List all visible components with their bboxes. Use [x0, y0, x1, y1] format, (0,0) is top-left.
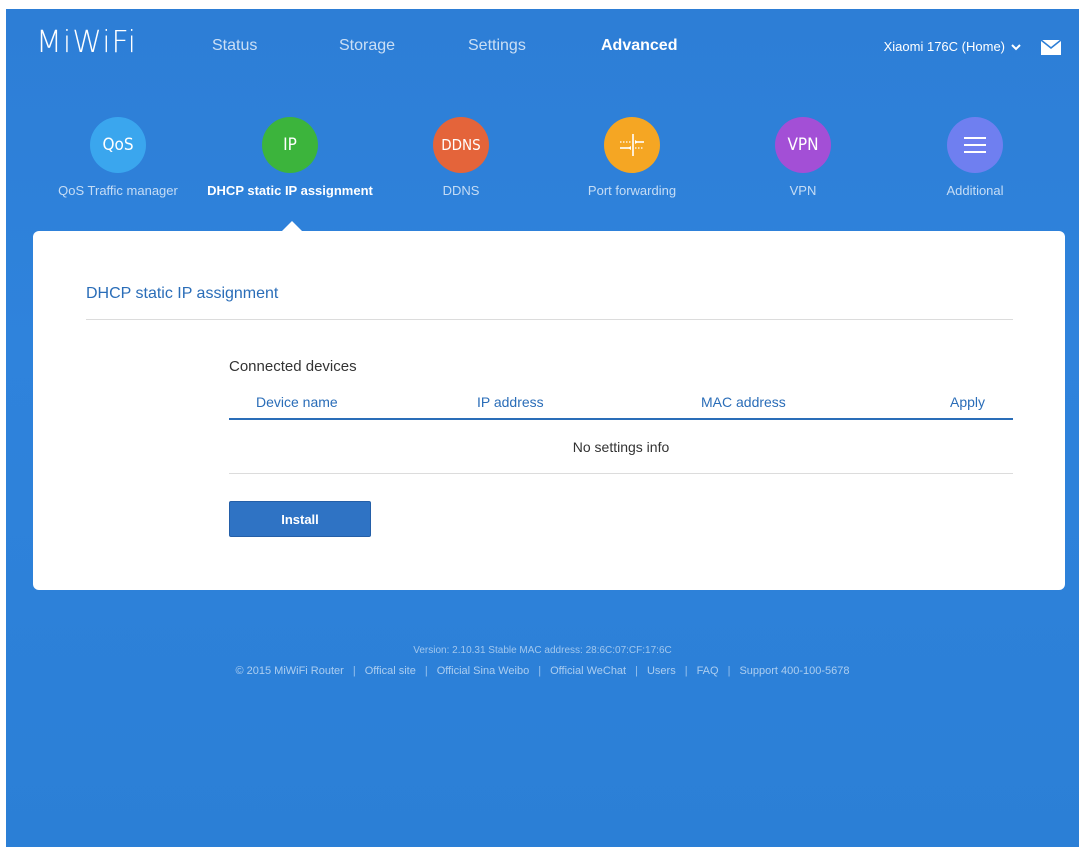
feature-ddns[interactable]: DDNS DDNS — [376, 117, 546, 198]
feature-dhcp-static-ip-label: DHCP static IP assignment — [207, 183, 373, 198]
app-window: MiWiFi Status Storage Settings Advanced … — [6, 9, 1079, 847]
page-title: DHCP static IP assignment — [86, 285, 279, 302]
feature-vpn[interactable]: VPN VPN — [718, 117, 888, 198]
ddns-icon: DDNS — [433, 117, 489, 173]
footer-copyright: © 2015 MiWiFi Router — [235, 665, 344, 677]
feature-qos-label: QoS Traffic manager — [58, 183, 178, 198]
feature-ddns-label: DDNS — [442, 183, 480, 198]
nav-advanced[interactable]: Advanced — [601, 37, 677, 55]
feature-port-forwarding[interactable]: Port forwarding — [547, 117, 717, 198]
column-apply: Apply — [950, 394, 986, 410]
active-tab-pointer — [282, 221, 302, 231]
empty-message: No settings info — [572, 438, 670, 455]
install-button[interactable]: Install — [229, 501, 371, 537]
column-ip-address: IP address — [477, 394, 544, 410]
footer-links: © 2015 MiWiFi Router | Offical site | Offici… — [235, 665, 850, 677]
column-device-name: Device name — [256, 394, 338, 410]
ip-icon: IP — [262, 117, 318, 173]
section-title: Connected devices — [229, 358, 357, 375]
router-name: Xiaomi 176C (Home) — [883, 39, 1005, 54]
vpn-icon: VPN — [775, 117, 831, 173]
empty-table-row: No settings info — [229, 420, 1013, 474]
footer-faq-link[interactable]: FAQ — [697, 665, 719, 677]
mail-icon[interactable] — [1041, 40, 1061, 55]
feature-additional-label: Additional — [946, 183, 1004, 198]
column-mac-address: MAC address — [701, 394, 786, 410]
feature-vpn-label: VPN — [789, 183, 817, 198]
menu-icon — [947, 117, 1003, 173]
title-divider — [86, 319, 1013, 320]
miwifi-logo[interactable]: MiWiFi — [36, 25, 137, 60]
footer-wechat-link[interactable]: Official WeChat — [550, 665, 626, 677]
footer-users-link[interactable]: Users — [647, 665, 676, 677]
router-selector[interactable]: Xiaomi 176C (Home) — [884, 39, 1021, 54]
nav-status[interactable]: Status — [212, 37, 257, 55]
feature-additional[interactable]: Additional — [890, 117, 1060, 198]
nav-storage[interactable]: Storage — [339, 37, 395, 55]
devices-table-header: Device name IP address MAC address Apply — [229, 394, 1013, 420]
feature-dhcp-static-ip[interactable]: IP DHCP static IP assignment — [205, 117, 375, 198]
content-card: DHCP static IP assignment Connected devi… — [33, 231, 1065, 590]
footer-weibo-link[interactable]: Official Sina Weibo — [437, 665, 530, 677]
feature-qos[interactable]: QoS QoS Traffic manager — [33, 117, 203, 198]
feature-port-forwarding-label: Port forwarding — [587, 183, 677, 198]
footer-support-link[interactable]: Support 400-100-5678 — [739, 665, 849, 677]
qos-icon: QoS — [90, 117, 146, 173]
footer-version: Version: 2.10.31 Stable MAC address: 28:… — [413, 645, 672, 656]
nav-settings[interactable]: Settings — [468, 37, 526, 55]
port-forwarding-icon — [604, 117, 660, 173]
footer-official-site-link[interactable]: Offical site — [365, 665, 416, 677]
chevron-down-icon — [1011, 43, 1021, 50]
